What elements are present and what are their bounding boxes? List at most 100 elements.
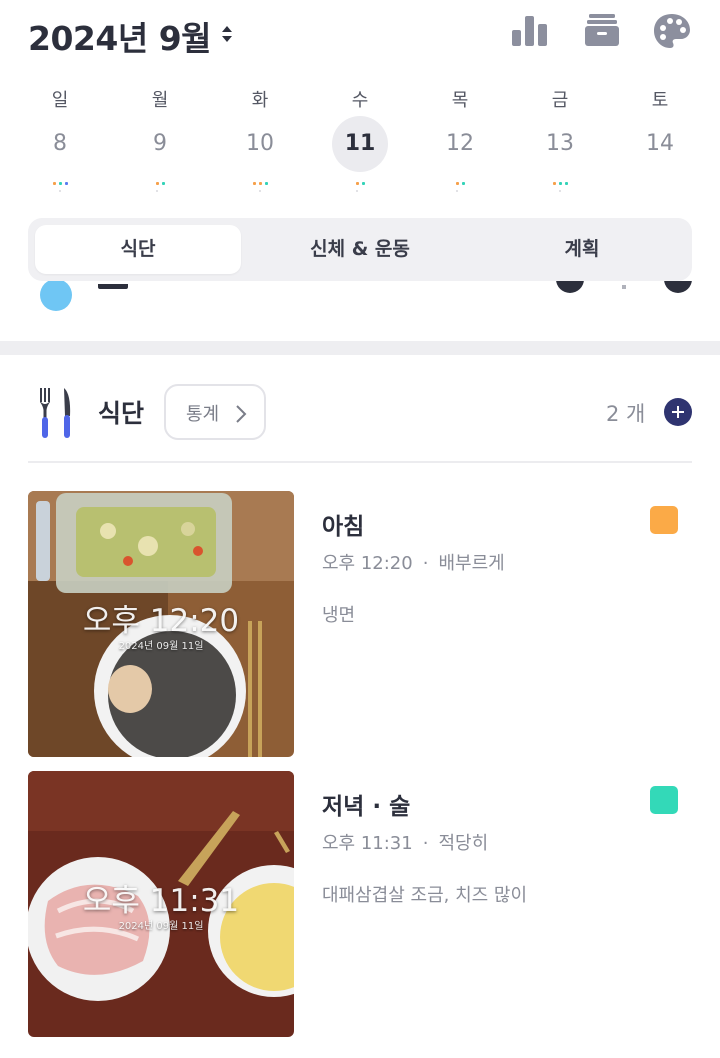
day-wed[interactable]: 수 11 [310,82,410,202]
sort-toggle-icon[interactable] [218,22,236,46]
day-entry-dot [264,182,268,185]
palette-icon[interactable] [650,10,694,54]
day-number-label: 12 [446,131,474,156]
day-entry-dot [361,182,365,185]
meal-color-tag [650,506,678,534]
day-dots [110,182,210,198]
tab-diet[interactable]: 식단 [35,225,241,274]
day-sat[interactable]: 토 14 [610,82,710,202]
day-entry-dot-shadow [58,190,61,192]
day-entry-dot [258,182,262,185]
day-entry-dot-shadow [558,190,561,192]
header: 2024년 9월 [0,0,720,70]
minus-button[interactable] [556,281,584,293]
water-icon [40,281,72,311]
meal-time: 오후 12:20 [322,553,413,574]
day-thu[interactable]: 목 12 [410,82,510,202]
section-divider [0,341,720,355]
day-number-label: 9 [153,131,167,156]
day-dots [610,182,710,198]
day-tue[interactable]: 화 10 [210,82,310,202]
day-name: 화 [251,90,269,111]
day-number[interactable]: 14 [632,116,688,172]
day-entry-dot-shadow [355,190,358,192]
day-entry-dot [58,182,62,185]
separator-dot [622,285,626,289]
meta-separator: · [422,553,429,574]
meal-photo[interactable]: 오후 11:31 2024년 09월 11일 [28,771,294,1037]
day-dots [310,182,410,198]
photo-time-stamp: 오후 12:20 [82,603,240,639]
day-entry-dot-shadow [258,190,261,192]
month-title[interactable]: 2024년 9월 [28,12,212,60]
day-entry-dot [564,182,568,185]
meal-count: 2 개 [606,402,646,426]
meal-fullness: 배부르게 [438,553,505,574]
day-name: 토 [651,90,669,111]
day-number[interactable]: 9 [132,116,188,172]
day-sun[interactable]: 일 8 [10,82,110,202]
photo-date-stamp: 2024년 09월 11일 [118,641,204,652]
day-entry-dot-shadow [155,190,158,192]
meal-fullness: 적당히 [438,833,489,854]
meal-meta: 오후 11:31 · 적당히 [322,829,488,855]
tab-plan[interactable]: 계획 [479,225,685,274]
day-entry-dot [455,182,459,185]
day-entry-dot-shadow [455,190,458,192]
meal-section-title: 식단 [98,399,145,428]
day-entry-dot [64,182,68,185]
meal-meta: 오후 12:20 · 배부르게 [322,549,505,575]
stats-icon[interactable] [508,10,552,54]
clipped-row [0,281,720,341]
day-number-label: 13 [546,131,574,156]
meal-description: 대패삼겹살 조금, 치즈 많이 [322,885,528,906]
divider-line [28,461,692,463]
day-entry-dot [355,182,359,185]
day-number[interactable]: 10 [232,116,288,172]
plus-button[interactable] [664,281,692,293]
meal-color-tag [650,786,678,814]
day-entry-dot [155,182,159,185]
meal-name: 아침 [322,514,365,540]
day-name: 목 [451,90,469,111]
day-number-label: 8 [53,131,67,156]
day-name: 금 [551,90,569,111]
day-mon[interactable]: 월 9 [110,82,210,202]
day-number[interactable]: 12 [432,116,488,172]
day-entry-dot [558,182,562,185]
meal-description: 냉면 [322,605,356,626]
photo-time-stamp: 오후 11:31 [82,883,240,919]
day-number[interactable]: 8 [32,116,88,172]
meta-separator: · [422,833,429,854]
day-number-label: 14 [646,131,674,156]
meal-entry[interactable]: 오후 11:31 2024년 09월 11일 저녁 · 술 오후 11:31 · 적… [0,771,720,1037]
meal-section-header: 식단 통계 2 개 [0,380,720,450]
photo-date-stamp: 2024년 09월 11일 [118,921,204,932]
day-number-label: 11 [344,131,376,156]
meal-time: 오후 11:31 [322,833,413,854]
week-strip: 일 8 월 9 화 10 수 11 목 12 금 13 토 14 [10,82,710,202]
day-entry-dot [461,182,465,185]
day-name: 일 [51,90,69,111]
day-entry-dot [552,182,556,185]
meal-name: 저녁 · 술 [322,794,411,820]
tab-body-exercise[interactable]: 신체 & 운동 [257,225,463,274]
day-entry-dot [52,182,56,185]
stats-button[interactable]: 통계 [164,384,266,440]
box-icon[interactable] [580,10,624,54]
day-dots [10,182,110,198]
day-dots [510,182,610,198]
segment-tabs: 식단 신체 & 운동 계획 [28,218,692,281]
meal-entry[interactable]: 오후 12:20 2024년 09월 11일 아침 오후 12:20 · 배부르게 … [0,491,720,757]
meal-photo[interactable]: 오후 12:20 2024년 09월 11일 [28,491,294,757]
day-number-selected[interactable]: 11 [332,116,388,172]
day-name: 수 [351,90,369,111]
day-number[interactable]: 13 [532,116,588,172]
clipped-label [98,281,128,289]
add-meal-button[interactable] [664,398,692,426]
day-fri[interactable]: 금 13 [510,82,610,202]
day-name: 월 [151,90,169,111]
day-entry-dot [161,182,165,185]
day-number-label: 10 [246,131,274,156]
utensils-icon [40,388,71,438]
